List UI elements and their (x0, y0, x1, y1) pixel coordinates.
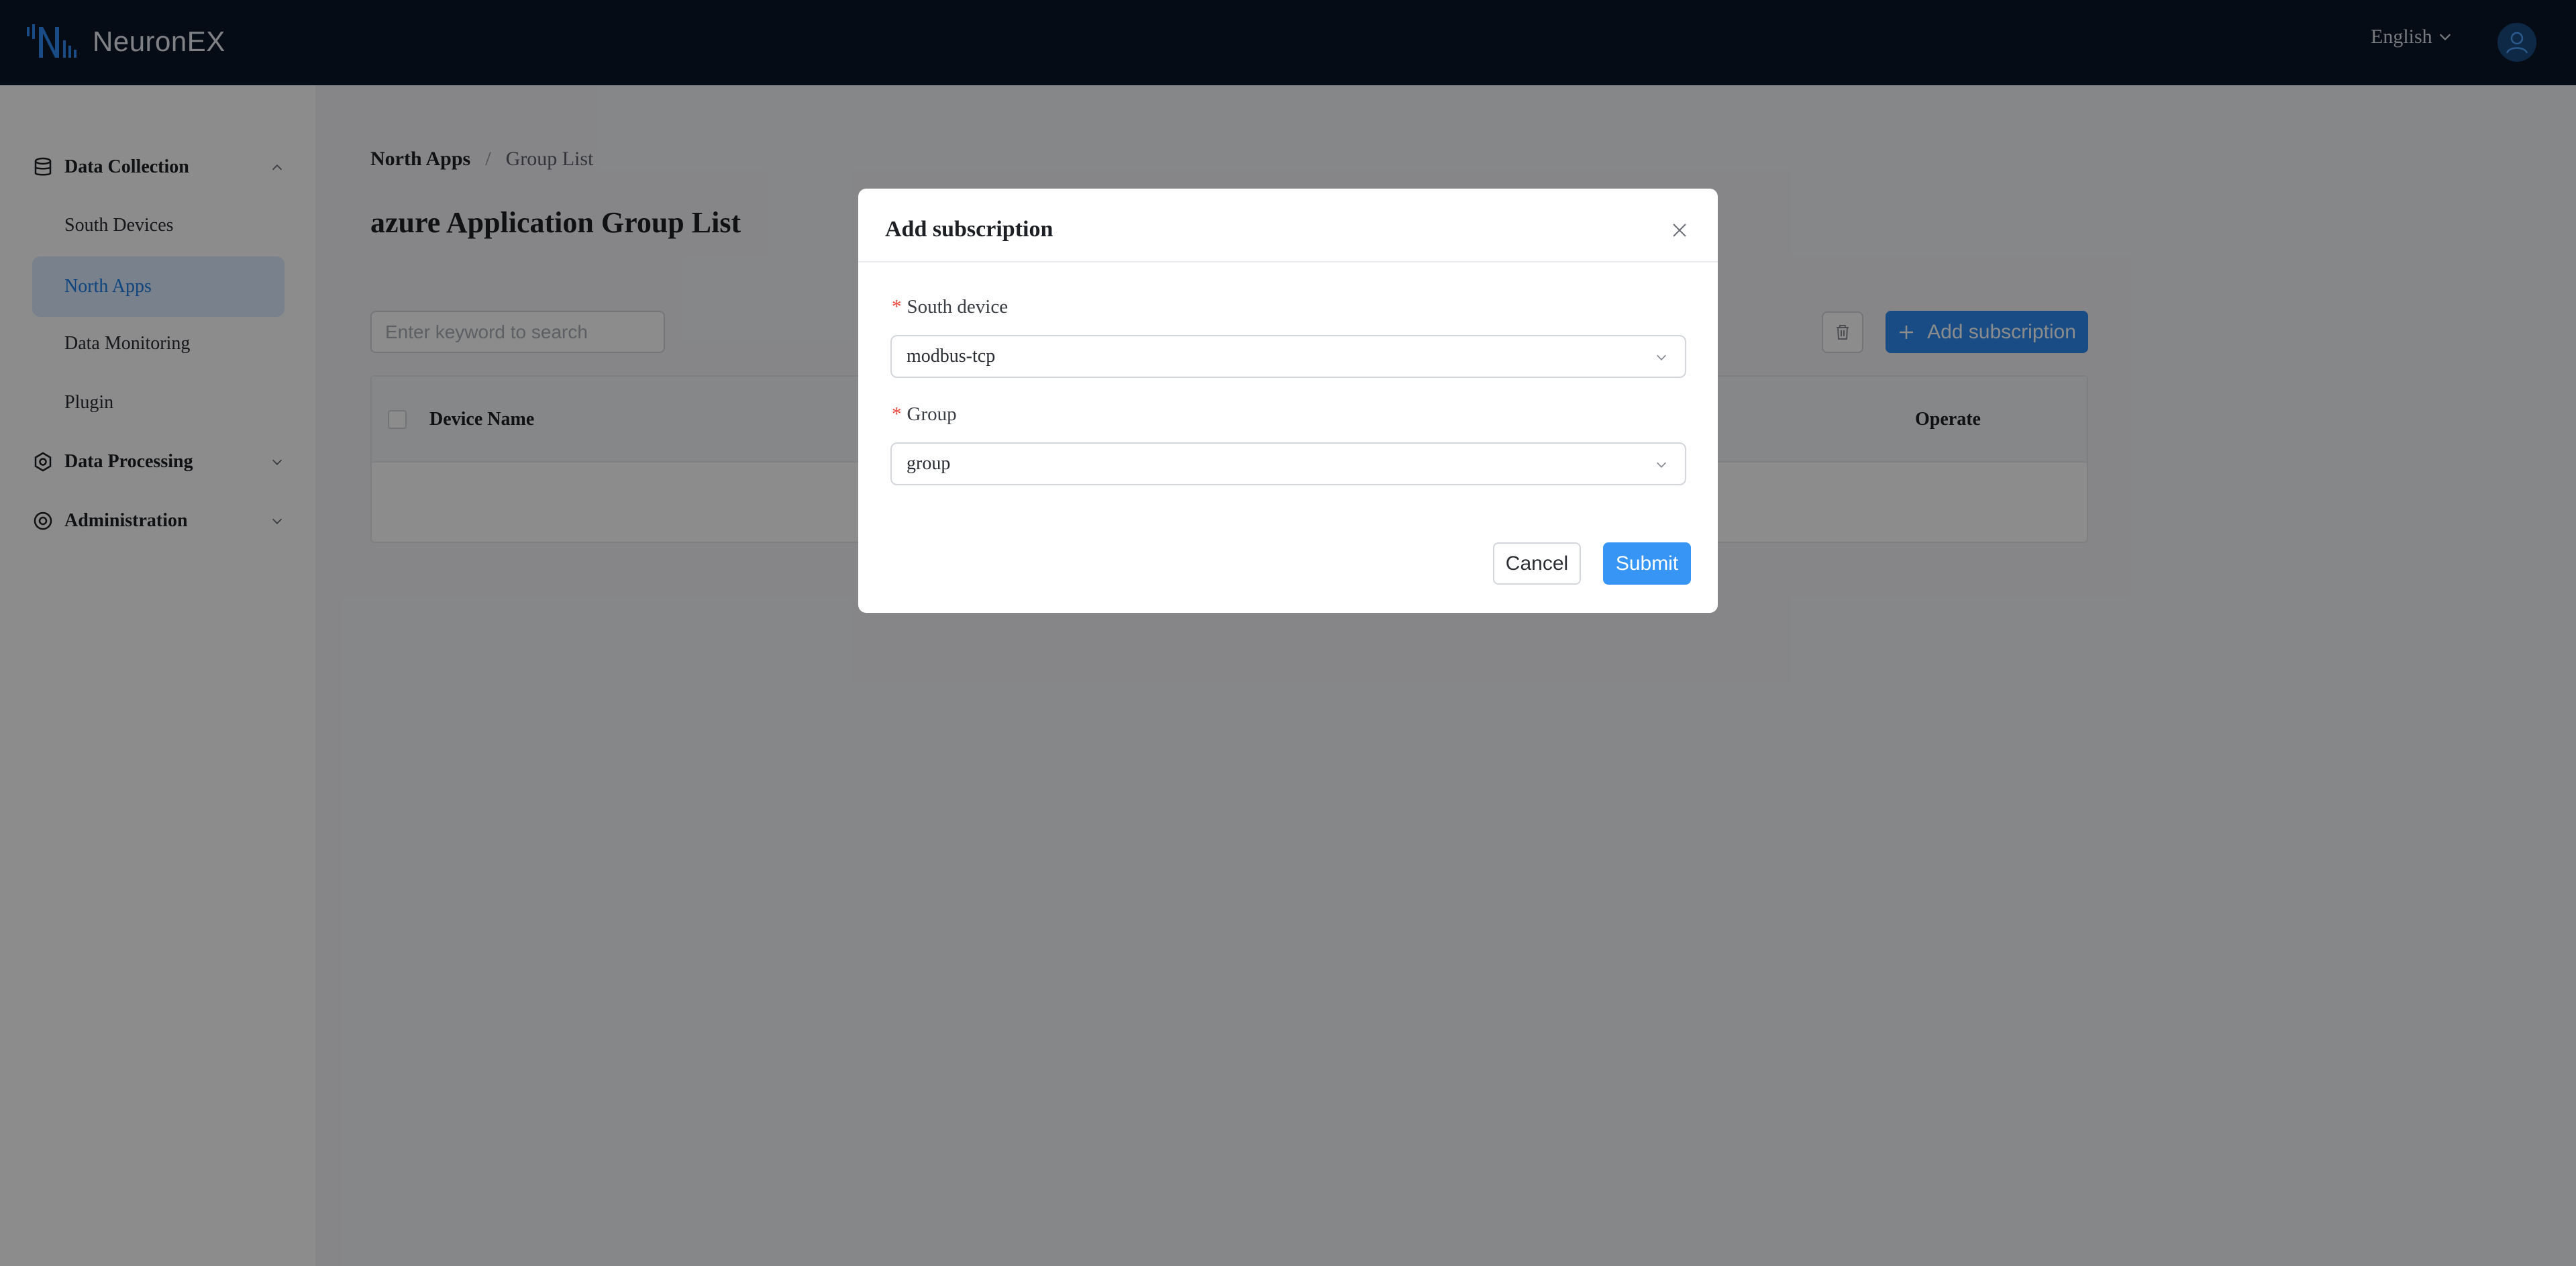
south-device-label-text: South device (907, 296, 1009, 318)
group-label: * Group (892, 403, 957, 426)
chevron-down-icon (1656, 462, 1667, 468)
add-subscription-dialog: Add subscription * South device modbus-tc… (858, 189, 1718, 613)
south-device-label: * South device (892, 296, 1008, 318)
group-select[interactable]: group (890, 442, 1686, 485)
dialog-title: Add subscription (885, 217, 1053, 242)
dialog-divider (858, 261, 1718, 262)
close-icon[interactable] (1670, 221, 1689, 240)
chevron-down-icon (1656, 354, 1667, 360)
group-label-text: Group (907, 403, 957, 425)
group-value: group (907, 453, 951, 474)
required-marker: * (892, 296, 902, 318)
cancel-button[interactable]: Cancel (1493, 542, 1581, 585)
submit-button[interactable]: Submit (1603, 542, 1691, 585)
south-device-select[interactable]: modbus-tcp (890, 335, 1686, 378)
required-marker: * (892, 403, 902, 425)
south-device-value: modbus-tcp (907, 346, 996, 367)
